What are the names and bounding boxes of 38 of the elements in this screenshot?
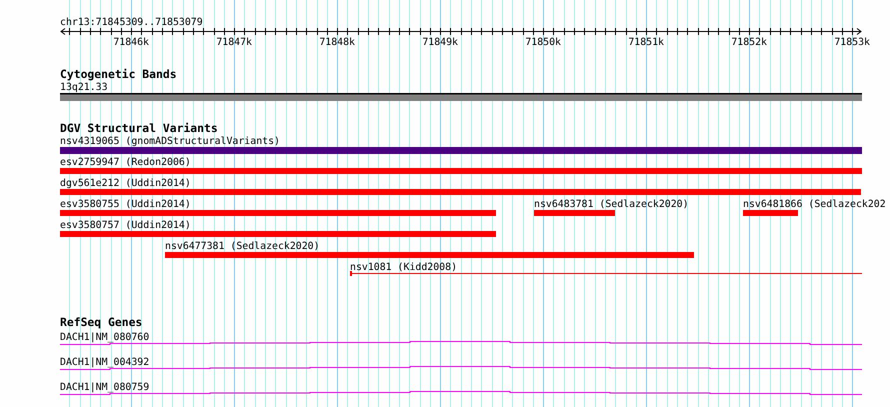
variant-label: nsv6483781 (Sedlazeck2020)	[534, 199, 689, 210]
variant-label: nsv6477381 (Sedlazeck2020)	[165, 241, 320, 252]
variant-bar[interactable]	[165, 252, 694, 258]
variant-bar[interactable]	[60, 147, 862, 154]
tick-label: 71850k	[525, 37, 561, 48]
variant-label: esv3580757 (Uddin2014)	[60, 220, 191, 231]
gene-label: DACH1|NM_080760	[60, 332, 150, 343]
variant-label: dgv561e212 (Uddin2014)	[60, 178, 191, 189]
track-title: RefSeq Genes	[60, 315, 142, 329]
variant-bar[interactable]	[60, 210, 496, 216]
gene-model[interactable]	[60, 341, 862, 345]
variant-bar[interactable]	[743, 210, 798, 216]
variant-label: nsv4319065 (gnomADStructuralVariants)	[60, 136, 280, 147]
variant-line[interactable]	[350, 271, 862, 276]
cytoband-bar[interactable]	[60, 93, 862, 101]
variant-label: esv3580755 (Uddin2014)	[60, 199, 191, 210]
tick-label: 71847k	[216, 37, 252, 48]
tick-label: 71849k	[422, 37, 458, 48]
variant-bar[interactable]	[60, 168, 862, 174]
tick-label: 71852k	[731, 37, 767, 48]
tick-label: 71848k	[319, 37, 355, 48]
gene-label: DACH1|NM_080759	[60, 382, 150, 393]
gene-model[interactable]	[60, 366, 862, 370]
variant-label: nsv1081 (Kidd2008)	[350, 262, 458, 273]
band-label: 13q21.33	[60, 82, 108, 93]
variant-label: esv2759947 (Redon2006)	[60, 157, 191, 168]
track-title: Cytogenetic Bands	[60, 67, 177, 81]
gene-label: DACH1|NM_004392	[60, 357, 150, 368]
tick-label: 71853k	[834, 37, 870, 48]
variant-bar[interactable]	[60, 231, 496, 237]
variant-bar[interactable]	[534, 210, 615, 216]
tick-label: 71851k	[628, 37, 664, 48]
region-label: chr13:71845309..71853079	[60, 17, 203, 28]
track-title: DGV Structural Variants	[60, 121, 218, 135]
tick-label: 71846k	[113, 37, 149, 48]
variant-bar[interactable]	[60, 189, 861, 195]
gene-model[interactable]	[60, 391, 862, 395]
variant-label: nsv6481866 (Sedlazeck202	[743, 199, 886, 210]
